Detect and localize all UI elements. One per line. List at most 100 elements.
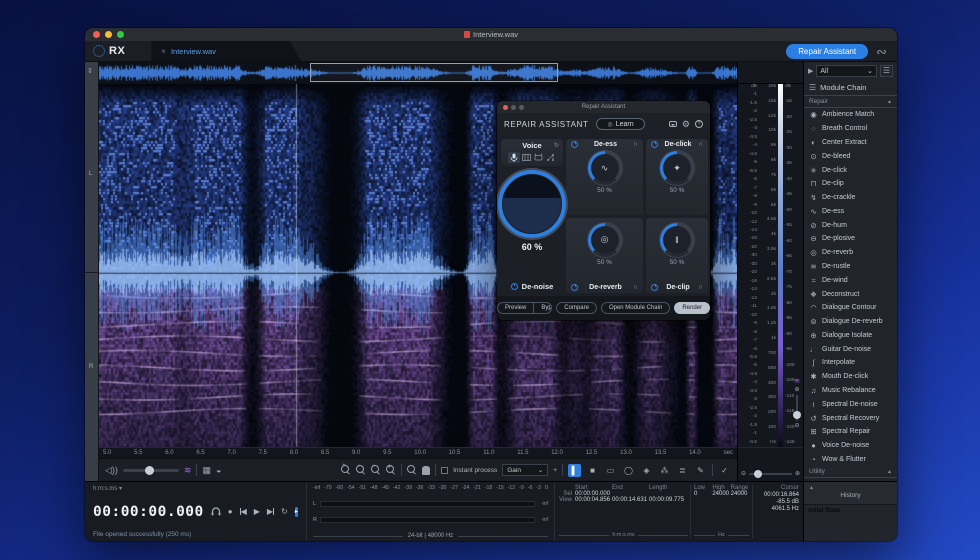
- horizontal-zoom-slider[interactable]: [749, 470, 792, 478]
- relearn-icon[interactable]: ↻: [554, 142, 559, 149]
- settings-gear-icon[interactable]: ⚙: [682, 119, 690, 129]
- de-reverb-knob[interactable]: ◎: [587, 222, 622, 257]
- sidebar-module-item[interactable]: ◉ Ambience Match: [804, 108, 897, 122]
- zoom-fit-icon[interactable]: ∗: [386, 464, 396, 475]
- skip-forward-button[interactable]: ▶: [267, 507, 275, 516]
- record-button[interactable]: ●: [228, 507, 233, 516]
- bypass-button[interactable]: Bypass: [533, 303, 551, 313]
- de-clip-knob[interactable]: ‖: [660, 222, 694, 257]
- de-ess-power-toggle[interactable]: [571, 141, 578, 148]
- help-icon[interactable]: ?: [695, 120, 703, 128]
- magic-wand-tool[interactable]: ⁂: [658, 464, 671, 477]
- de-ess-knob[interactable]: ∿: [587, 151, 622, 185]
- headphone-monitor-icon[interactable]: ∩: [633, 141, 638, 148]
- feedback-bubble-icon[interactable]: [668, 121, 677, 127]
- tab-interview-wav[interactable]: × Interview.wav: [151, 41, 301, 62]
- sidebar-module-item[interactable]: ⊓ De-clip: [804, 177, 897, 191]
- minimap-view-rectangle[interactable]: [309, 63, 559, 82]
- vertical-zoom-out-icon[interactable]: ⊖: [795, 423, 800, 429]
- harmonic-selection-tool[interactable]: ≣: [676, 464, 689, 477]
- vertical-zoom-in-icon[interactable]: ⊕: [795, 387, 800, 393]
- frequency-ruler[interactable]: 20k 15k 12k 10k 9k 8k 7k 6k 5k 4.5k 4k 3.5k 3k 2.5k 2k…: [759, 84, 778, 447]
- scrub-mode-button[interactable]: ▸: [294, 506, 298, 517]
- sidebar-module-item[interactable]: ✱ Mouth De-click: [804, 370, 897, 384]
- zoom-out-icon[interactable]: −: [356, 463, 366, 475]
- collapse-icon[interactable]: ▲: [887, 469, 892, 475]
- de-clip-power-toggle[interactable]: [651, 284, 658, 291]
- module-menu-icon[interactable]: ☰: [879, 65, 893, 77]
- monitor-icon[interactable]: [211, 507, 221, 516]
- sidebar-module-item[interactable]: ≈ De-wind: [804, 273, 897, 287]
- instant-process-checkbox[interactable]: [441, 466, 449, 474]
- overview-expand-icon[interactable]: ⇕: [87, 67, 93, 75]
- sidebar-module-item[interactable]: ↺ Spectral Recovery: [804, 411, 897, 425]
- sidebar-module-item[interactable]: ⊞ Spectral Repair: [804, 425, 897, 439]
- de-noise-knob[interactable]: [498, 170, 566, 238]
- collapse-icon[interactable]: ▲: [887, 99, 892, 105]
- overview-minimap[interactable]: [99, 62, 737, 84]
- wand-selection-tool[interactable]: ◈: [640, 464, 653, 477]
- hand-tool-icon[interactable]: [422, 465, 431, 475]
- sidebar-module-item[interactable]: ◌ Breath Control: [804, 122, 897, 136]
- magnifier-tool-icon[interactable]: [407, 465, 417, 475]
- amplitude-db-ruler[interactable]: dB -1 -1.5 -2 -2.5 -3 -3.5 -4 -4.5 -5 -5.5 -6 -7 -8 -9…: [738, 84, 759, 447]
- module-preview-icon[interactable]: ▶: [808, 67, 813, 75]
- horizontal-zoom-thumb[interactable]: [754, 470, 763, 478]
- brush-selection-tool[interactable]: ✎: [694, 464, 707, 477]
- utility-section-header[interactable]: Utility ▲: [804, 466, 897, 479]
- lasso-selection-tool[interactable]: ◯: [622, 464, 635, 477]
- de-click-knob[interactable]: ✦: [660, 151, 694, 185]
- time-format-select[interactable]: h:m:s.ms ▾: [93, 485, 298, 492]
- add-instant-module-button[interactable]: +: [553, 467, 557, 474]
- skip-back-button[interactable]: ◀: [239, 507, 247, 516]
- comment-panel-icon[interactable]: ◒: [216, 465, 221, 475]
- module-filter-select[interactable]: All ⌄: [816, 65, 877, 77]
- sidebar-item-module-chain[interactable]: ☰ Module Chain: [804, 80, 897, 96]
- sidebar-module-item[interactable]: ♩ Guitar De-noise: [804, 342, 897, 356]
- sidebar-module-item[interactable]: ⊕ Dialogue Isolate: [804, 329, 897, 343]
- repair-section-header[interactable]: Repair ▲: [804, 96, 897, 108]
- de-noise-power-toggle[interactable]: [510, 283, 518, 290]
- sidebar-module-item[interactable]: ❖ Deconstruct: [804, 287, 897, 301]
- sidebar-module-item[interactable]: ≀ Spectral De-noise: [804, 397, 897, 411]
- render-button[interactable]: Render: [674, 302, 710, 314]
- headphone-monitor-icon[interactable]: ∩: [698, 141, 703, 148]
- sidebar-module-item[interactable]: ✳ De-click: [804, 163, 897, 177]
- collapse-icon[interactable]: ▲: [809, 485, 814, 491]
- sidebar-module-item[interactable]: ◎ De-reverb: [804, 246, 897, 260]
- sidebar-module-item[interactable]: ♫ Music Rebalance: [804, 384, 897, 398]
- loop-button[interactable]: ↻: [281, 507, 288, 516]
- repair-assistant-button[interactable]: Repair Assistant: [786, 43, 869, 59]
- other-type-icon[interactable]: [544, 152, 556, 163]
- instant-process-module-select[interactable]: Gain ⌄: [502, 464, 549, 476]
- horizontal-zoom-in-icon[interactable]: ⊕: [795, 471, 800, 477]
- sidebar-module-item[interactable]: ∫ Interpolate: [804, 356, 897, 370]
- confirm-selection-icon[interactable]: ✓: [718, 464, 731, 477]
- vertical-zoom-slider[interactable]: [793, 395, 802, 421]
- time-selection-tool[interactable]: ▌: [568, 463, 581, 477]
- sidebar-module-item[interactable]: ◔ Wow & Flutter: [804, 453, 897, 467]
- headphone-monitor-icon[interactable]: ∩: [633, 284, 638, 291]
- spectrogram-waveform-blend-icon[interactable]: ≋: [794, 378, 800, 385]
- time-frequency-selection-tool[interactable]: ■: [586, 464, 599, 477]
- learn-button[interactable]: ◎ Learn: [596, 118, 645, 130]
- percussion-type-icon[interactable]: [532, 152, 544, 163]
- layout-panel-icon[interactable]: ▦: [202, 465, 211, 475]
- sidebar-module-item[interactable]: ⊘ De-hum: [804, 218, 897, 232]
- headphone-monitor-icon[interactable]: ∩: [698, 284, 703, 291]
- sidebar-module-item[interactable]: ⊙ De-bleed: [804, 149, 897, 163]
- channel-strip[interactable]: ⇕ L R: [85, 62, 99, 481]
- volume-slider[interactable]: [122, 465, 179, 475]
- sidebar-module-item[interactable]: ⊚ Dialogue De-reverb: [804, 315, 897, 329]
- open-module-chain-button[interactable]: Open Module Chain: [600, 302, 671, 314]
- volume-slider-thumb[interactable]: [145, 465, 155, 475]
- playhead-time-display[interactable]: 00:00:00.000: [93, 504, 204, 520]
- zoom-in-icon[interactable]: +: [341, 463, 351, 475]
- spectrogram-settings-icon[interactable]: ≋: [184, 465, 192, 475]
- horizontal-zoom-out-icon[interactable]: ⊖: [741, 471, 746, 477]
- sidebar-module-item[interactable]: ≋ De-rustle: [804, 260, 897, 274]
- sidebar-module-item[interactable]: ● Voice De-noise: [804, 439, 897, 453]
- rectangle-selection-tool[interactable]: ▭: [604, 464, 617, 477]
- time-ruler[interactable]: 5.0 5.5 6.0 6.5 7.0 7.5 8.0 8.5 9.0 9.5 10.0 10.5 11…: [99, 447, 737, 458]
- history-item[interactable]: Initial State: [804, 505, 897, 516]
